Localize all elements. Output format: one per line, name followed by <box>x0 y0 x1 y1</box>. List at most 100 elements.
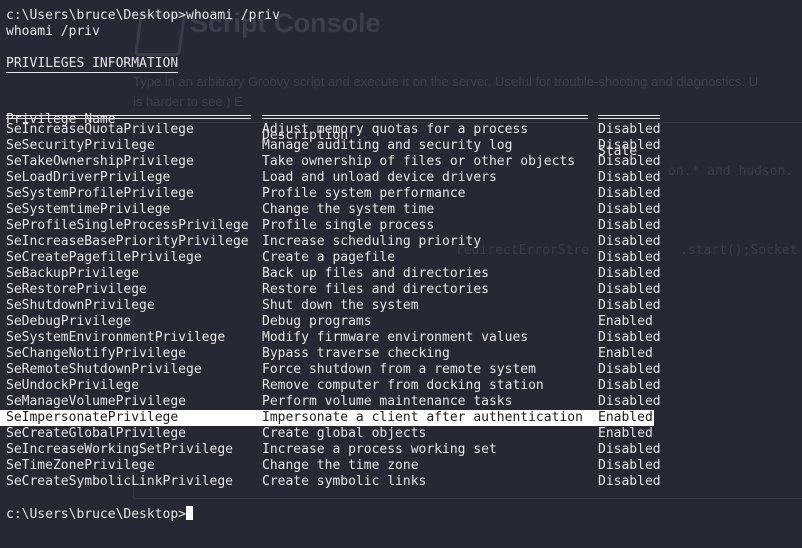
privilege-state: Disabled <box>598 138 661 153</box>
table-row: SeRemoteShutdownPrivilege Force shutdown … <box>6 362 796 378</box>
table-row: SeChangeNotifyPrivilege Bypass traverse c… <box>6 346 796 362</box>
privilege-description: Create a pagefile <box>262 250 396 265</box>
command-echo: whoami /priv <box>6 24 100 39</box>
section-title: PRIVILEGES INFORMATION <box>6 56 179 73</box>
privilege-state: Disabled <box>598 394 661 409</box>
privilege-description: Load and unload device drivers <box>262 170 497 185</box>
privilege-state: Disabled <box>598 362 661 377</box>
header-separator <box>6 112 796 122</box>
table-header: Privilege Name Description State <box>6 96 796 159</box>
privilege-state: Disabled <box>598 474 661 489</box>
privilege-name: SeSystemEnvironmentPrivilege <box>6 330 226 345</box>
privilege-description: Restore files and directories <box>262 282 489 297</box>
privilege-description: Profile single process <box>262 218 435 233</box>
privilege-state: Disabled <box>598 266 661 281</box>
table-row: SeTakeOwnershipPrivilege Take ownership o… <box>6 154 796 170</box>
privilege-state: Disabled <box>598 218 661 233</box>
table-row: SeIncreaseWorkingSetPrivilege Increase a … <box>6 442 796 458</box>
privilege-name: SeSecurityPrivilege <box>6 138 155 153</box>
privilege-state: Enabled <box>598 426 653 441</box>
privilege-name: SeTimeZonePrivilege <box>6 458 155 473</box>
privilege-description: Perform volume maintenance tasks <box>262 394 513 409</box>
privilege-name: SeDebugPrivilege <box>6 314 132 329</box>
privilege-state: Disabled <box>598 442 661 457</box>
privilege-state: Disabled <box>598 234 661 249</box>
table-row: SeDebugPrivilege Debug programs Enabled <box>6 314 796 330</box>
privilege-description: Adjust memory quotas for a process <box>262 122 529 137</box>
privilege-name: SeIncreaseBasePriorityPrivilege <box>6 234 249 249</box>
table-row: SeLoadDriverPrivilege Load and unload dev… <box>6 170 796 186</box>
privilege-name: SeUndockPrivilege <box>6 378 140 393</box>
privilege-description: Force shutdown from a remote system <box>262 362 536 377</box>
privilege-description: Increase scheduling priority <box>262 234 482 249</box>
privilege-description: Remove computer from docking station <box>262 378 544 393</box>
privilege-name: SeSystemtimePrivilege <box>6 202 171 217</box>
privilege-state: Disabled <box>598 282 661 297</box>
privilege-name: SeSystemProfilePrivilege <box>6 186 194 201</box>
privilege-name: SeImpersonatePrivilege <box>6 410 179 425</box>
table-row: SeShutdownPrivilege Shut down the system D… <box>6 298 796 314</box>
command-line: c:\Users\bruce\Desktop>whoami /priv <box>6 8 796 24</box>
table-row: SeImpersonatePrivilege Impersonate a clie… <box>0 410 654 426</box>
table-row: SeSecurityPrivilege Manage auditing and s… <box>6 138 796 154</box>
privilege-name: SeLoadDriverPrivilege <box>6 170 171 185</box>
privilege-state: Disabled <box>598 378 661 393</box>
privilege-state: Disabled <box>598 298 661 313</box>
privilege-name: SeRemoteShutdownPrivilege <box>6 362 202 377</box>
privilege-description: Back up files and directories <box>262 266 489 281</box>
privilege-description: Create global objects <box>262 426 427 441</box>
privilege-state: Disabled <box>598 250 661 265</box>
privilege-description: Debug programs <box>262 314 372 329</box>
privilege-state: Disabled <box>598 122 661 137</box>
terminal-output[interactable]: c:\Users\bruce\Desktop>whoami /priv whoa… <box>0 8 796 522</box>
table-row: SeRestorePrivilege Restore files and dire… <box>6 282 796 298</box>
privilege-name: SeManageVolumePrivilege <box>6 394 187 409</box>
privileges-table: SeIncreaseQuotaPrivilege Adjust memory qu… <box>0 122 796 490</box>
privilege-description: Manage auditing and security log <box>262 138 513 153</box>
privilege-name: SeCreateGlobalPrivilege <box>6 426 187 441</box>
final-prompt-line[interactable]: c:\Users\bruce\Desktop> <box>6 506 796 522</box>
text-cursor <box>186 506 194 520</box>
privilege-name: SeProfileSingleProcessPrivilege <box>6 218 249 233</box>
table-row: SeManageVolumePrivilege Perform volume ma… <box>6 394 796 410</box>
privilege-name: SeTakeOwnershipPrivilege <box>6 154 194 169</box>
privilege-name: SeRestorePrivilege <box>6 282 147 297</box>
table-row: SeSystemProfilePrivilege Profile system p… <box>6 186 796 202</box>
privilege-state: Disabled <box>598 170 661 185</box>
prompt: c:\Users\bruce\Desktop> <box>6 8 187 23</box>
privilege-description: Change the time zone <box>262 458 419 473</box>
table-row: SeSystemEnvironmentPrivilege Modify firmw… <box>6 330 796 346</box>
privilege-name: SeCreatePagefilePrivilege <box>6 250 202 265</box>
privilege-description: Profile system performance <box>262 186 466 201</box>
privilege-description: Create symbolic links <box>262 474 427 489</box>
privilege-description: Bypass traverse checking <box>262 346 450 361</box>
privilege-state: Disabled <box>598 330 661 345</box>
table-row: SeIncreaseQuotaPrivilege Adjust memory qu… <box>6 122 796 138</box>
privilege-description: Modify firmware environment values <box>262 330 529 345</box>
privilege-state: Disabled <box>598 458 661 473</box>
table-row: SeIncreaseBasePriorityPrivilege Increase … <box>6 234 796 250</box>
privilege-state: Enabled <box>598 314 653 329</box>
table-row: SeTimeZonePrivilege Change the time zone D… <box>6 458 796 474</box>
privilege-description: Shut down the system <box>262 298 419 313</box>
privilege-name: SeBackupPrivilege <box>6 266 140 281</box>
privilege-name: SeCreateSymbolicLinkPrivilege <box>6 474 233 489</box>
privilege-name: SeIncreaseQuotaPrivilege <box>6 122 194 137</box>
privilege-description: Increase a process working set <box>262 442 497 457</box>
privilege-state: Enabled <box>598 410 653 425</box>
table-row: SeBackupPrivilege Back up files and direc… <box>6 266 796 282</box>
privilege-name: SeShutdownPrivilege <box>6 298 155 313</box>
table-row: SeProfileSingleProcessPrivilege Profile s… <box>6 218 796 234</box>
table-row: SeCreatePagefilePrivilege Create a pagefi… <box>6 250 796 266</box>
table-row: SeUndockPrivilege Remove computer from do… <box>6 378 796 394</box>
privilege-state: Disabled <box>598 154 661 169</box>
privilege-description: Impersonate a client after authenticatio… <box>262 410 583 425</box>
final-prompt: c:\Users\bruce\Desktop> <box>6 507 187 522</box>
table-row: SeCreateGlobalPrivilege Create global obj… <box>6 426 796 442</box>
privilege-state: Disabled <box>598 186 661 201</box>
table-row: SeSystemtimePrivilege Change the system t… <box>6 202 796 218</box>
privilege-description: Take ownership of files or other objects <box>262 154 576 169</box>
privilege-description: Change the system time <box>262 202 435 217</box>
table-row: SeCreateSymbolicLinkPrivilege Create symb… <box>6 474 796 490</box>
privilege-state: Disabled <box>598 202 661 217</box>
